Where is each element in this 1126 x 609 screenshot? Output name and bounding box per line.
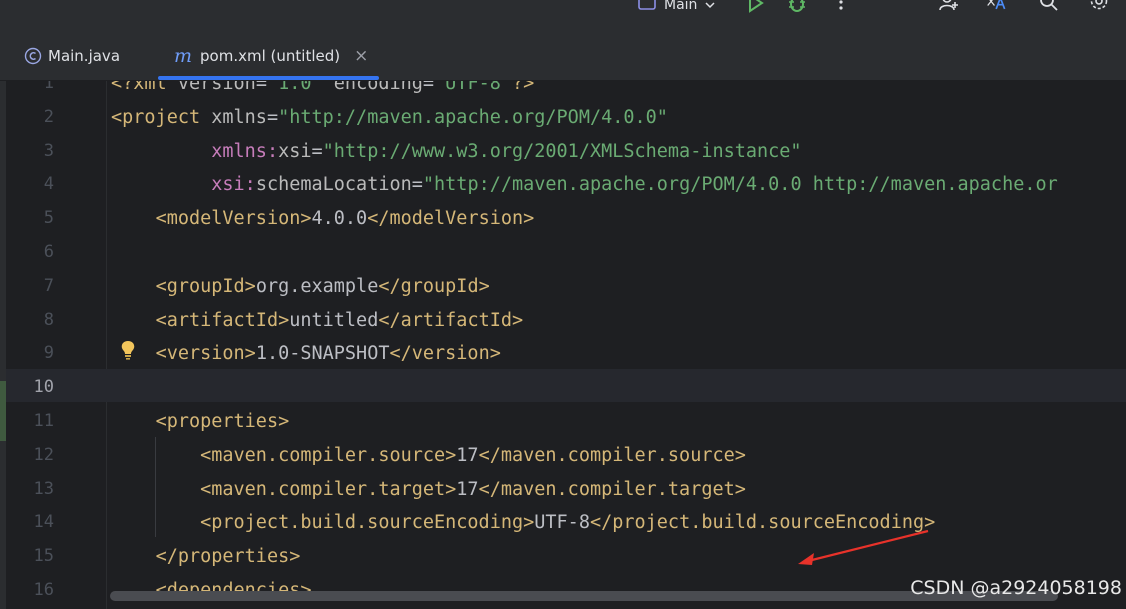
- chevron-down-icon: [705, 2, 715, 9]
- maven-icon: m: [174, 45, 193, 67]
- line-number: 16: [33, 580, 54, 600]
- settings-icon[interactable]: [1088, 0, 1110, 14]
- run-config-selector[interactable]: Main: [664, 0, 717, 16]
- line-number: 6: [43, 242, 54, 262]
- code-line[interactable]: 15 </properties>: [0, 540, 1126, 573]
- code-text: <version>1.0-SNAPSHOT</version>: [155, 343, 501, 365]
- line-number: 14: [33, 512, 54, 533]
- code-line[interactable]: 8 <artifactId>untitled</artifactId>: [0, 304, 1126, 337]
- layout-icon[interactable]: [636, 0, 658, 14]
- line-number: 15: [33, 546, 54, 567]
- tab-main-java[interactable]: Main.java: [24, 42, 120, 70]
- code-text: <modelVersion>4.0.0</modelVersion>: [155, 208, 535, 230]
- code-line[interactable]: 5 <modelVersion>4.0.0</modelVersion>: [0, 202, 1126, 235]
- line-number: 7: [43, 275, 54, 296]
- line-number: 13: [33, 478, 54, 499]
- code-line[interactable]: 1 <?xml version="1.0" encoding="UTF-8"?>: [0, 81, 1126, 100]
- code-text: <groupId>org.example</groupId>: [155, 275, 490, 297]
- editor-tab-bar: Main.java m pom.xml (untitled) ×: [0, 18, 1126, 81]
- search-icon[interactable]: [1038, 0, 1060, 14]
- code-text: </properties>: [155, 546, 301, 568]
- code-line[interactable]: 13 <maven.compiler.target>17</maven.comp…: [0, 473, 1126, 506]
- line-number: 1: [43, 81, 54, 93]
- line-number: 12: [33, 444, 54, 465]
- line-number: 2: [43, 106, 54, 127]
- code-text: xsi:schemaLocation="http://maven.apache.…: [211, 174, 1058, 196]
- code-text: <maven.compiler.target>17</maven.compile…: [200, 478, 746, 500]
- run-icon[interactable]: [744, 0, 766, 14]
- line-number: 9: [43, 343, 54, 364]
- code-line[interactable]: 9 <version>1.0-SNAPSHOT</version>: [0, 337, 1126, 370]
- code-text: <?xml version="1.0" encoding="UTF-8"?>: [111, 81, 535, 94]
- line-number: 5: [43, 208, 54, 229]
- code-line[interactable]: 10: [0, 371, 1126, 404]
- line-number: 4: [43, 174, 54, 195]
- code-line[interactable]: 2 <project xmlns="http://maven.apache.org…: [0, 101, 1126, 134]
- code-text: <maven.compiler.source>17</maven.compile…: [200, 444, 746, 466]
- code-line[interactable]: 6: [0, 236, 1126, 269]
- annotation-arrow: [798, 529, 929, 565]
- code-line[interactable]: 4 xsi:schemaLocation="http://maven.apach…: [0, 168, 1126, 201]
- translate-icon[interactable]: [986, 0, 1008, 14]
- more-icon[interactable]: [830, 0, 852, 14]
- code-text: <properties>: [155, 411, 290, 432]
- tab-pom-xml[interactable]: m pom.xml (untitled) ×: [174, 42, 368, 70]
- tab-label: pom.xml (untitled): [200, 47, 341, 65]
- code-line[interactable]: 3 xmlns:xsi="http://www.w3.org/2001/XMLS…: [0, 135, 1126, 168]
- tab-label: Main.java: [48, 47, 121, 65]
- lightbulb-icon[interactable]: [118, 339, 138, 361]
- code-line[interactable]: 11 <properties>: [0, 405, 1126, 438]
- debug-icon[interactable]: [786, 0, 808, 14]
- run-config-label: Main: [664, 0, 698, 13]
- watermark: CSDN @a2924058198: [910, 577, 1122, 599]
- main-toolbar: Main: [0, 0, 1126, 18]
- line-number: 8: [43, 309, 54, 330]
- line-number: 10: [33, 377, 54, 398]
- line-number: 11: [33, 411, 54, 431]
- code-text: xmlns:xsi="http://www.w3.org/2001/XMLSch…: [211, 140, 802, 162]
- code-line[interactable]: 12 <maven.compiler.source>17</maven.comp…: [0, 439, 1126, 472]
- java-class-icon: [24, 47, 42, 65]
- active-tab-indicator: [158, 76, 379, 80]
- code-editor[interactable]: 1 <?xml version="1.0" encoding="UTF-8"?> 2…: [0, 81, 1126, 609]
- close-icon[interactable]: ×: [354, 46, 368, 66]
- code-line[interactable]: 14 <project.build.sourceEncoding>UTF-8</…: [0, 506, 1126, 539]
- line-number: 3: [43, 140, 54, 161]
- code-line[interactable]: 7 <groupId>org.example</groupId>: [0, 270, 1126, 303]
- code-text: <project xmlns="http://maven.apache.org/…: [111, 106, 668, 128]
- code-text: <artifactId>untitled</artifactId>: [155, 309, 524, 331]
- add-user-icon[interactable]: [938, 0, 960, 14]
